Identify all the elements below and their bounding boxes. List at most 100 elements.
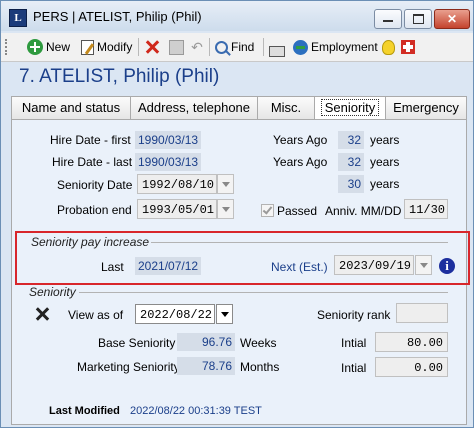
- tab-label: Emergency: [393, 100, 459, 115]
- next-increase-dropdown[interactable]: [415, 255, 432, 275]
- tab-label: Address, telephone: [137, 100, 251, 115]
- marketing-seniority-label: Marketing Seniority: [77, 360, 180, 374]
- hire-first-value: 1990/03/13: [135, 131, 201, 149]
- add-icon: [27, 39, 43, 55]
- anniversary-label: Anniv. MM/DD: [325, 204, 402, 218]
- tools-icon[interactable]: [34, 306, 50, 322]
- delete-button[interactable]: [144, 37, 160, 57]
- main-window: L PERS | ATELIST, Philip (Phil) ✕ New Mo…: [0, 0, 474, 428]
- employee-name-heading: 7. ATELIST, Philip (Phil): [19, 66, 220, 87]
- marketing-seniority-value: 78.76: [177, 357, 235, 375]
- medical-cross-icon: [401, 40, 415, 54]
- close-button[interactable]: ✕: [434, 9, 470, 29]
- toolbar-separator: [263, 38, 264, 56]
- minimize-icon: [383, 20, 393, 22]
- years-unit-label: years: [370, 155, 400, 169]
- new-label: New: [46, 40, 71, 54]
- tab-label: Misc.: [270, 100, 302, 115]
- seniority-date-field[interactable]: 1992/08/10: [137, 174, 217, 194]
- probation-end-dropdown[interactable]: [217, 199, 234, 219]
- seniority-group-label: Seniority: [29, 285, 76, 299]
- base-initial-label: Intial: [341, 336, 367, 350]
- passed-checkbox[interactable]: [261, 204, 274, 217]
- passed-label: Passed: [277, 204, 318, 218]
- last-increase-label: Last: [101, 260, 124, 274]
- undo-button[interactable]: ↶: [189, 37, 205, 57]
- pay-increase-group-label: Seniority pay increase: [31, 235, 150, 249]
- toolbar: New Modify ↶ Find Employment: [1, 33, 473, 62]
- years-unit-label: years: [370, 133, 400, 147]
- window-title: PERS | ATELIST, Philip (Phil): [33, 9, 202, 24]
- lightbulb-icon: [382, 39, 395, 55]
- marketing-initial-label: Intial: [341, 361, 367, 375]
- probation-end-field[interactable]: 1993/05/01: [137, 199, 217, 219]
- years-ago-label: Years Ago: [273, 155, 328, 169]
- years-ago-value: 32: [338, 131, 364, 149]
- last-modified-label: Last Modified: [49, 405, 120, 417]
- tab-label: Name and status: [21, 100, 121, 115]
- next-increase-field[interactable]: 2023/09/19: [334, 255, 414, 275]
- group-divider: [151, 242, 448, 243]
- info-icon[interactable]: i: [439, 258, 455, 274]
- employment-icon: [293, 39, 308, 55]
- seniority-rank-label: Seniority rank: [317, 308, 391, 322]
- help-button[interactable]: [401, 37, 415, 57]
- app-icon: L: [9, 9, 27, 27]
- new-button[interactable]: New: [27, 37, 70, 57]
- base-seniority-unit: Weeks: [240, 336, 277, 350]
- next-increase-label: Next (Est.): [271, 260, 328, 274]
- toolbar-grip[interactable]: [5, 39, 10, 55]
- employment-button[interactable]: Employment: [293, 37, 378, 57]
- last-increase-value: 2021/07/12: [135, 257, 201, 275]
- hire-first-label: Hire Date - first: [50, 133, 131, 147]
- tab-name-and-status[interactable]: Name and status: [11, 96, 131, 119]
- undo-icon: ↶: [191, 39, 203, 55]
- maximize-button[interactable]: [404, 9, 432, 29]
- tips-button[interactable]: [382, 37, 395, 57]
- title-bar[interactable]: L PERS | ATELIST, Philip (Phil) ✕: [1, 1, 473, 31]
- hire-last-value: 1990/03/13: [135, 153, 201, 171]
- hire-last-label: Hire Date - last: [52, 155, 133, 169]
- years-unit-label: years: [370, 177, 400, 191]
- delete-icon: [144, 39, 160, 55]
- view-as-of-dropdown[interactable]: [216, 304, 233, 324]
- toolbar-separator: [209, 38, 210, 56]
- modify-button[interactable]: Modify: [81, 37, 132, 57]
- last-modified-value: 2022/08/22 00:31:39 TEST: [130, 405, 262, 417]
- toolbar-separator: [138, 38, 139, 56]
- minimize-button[interactable]: [374, 9, 402, 29]
- print-button[interactable]: [269, 37, 285, 57]
- seniority-date-label: Seniority Date: [57, 178, 133, 192]
- find-label: Find: [231, 40, 255, 54]
- search-icon: [215, 40, 228, 54]
- tab-label: Seniority: [320, 99, 380, 116]
- probation-end-label: Probation end: [57, 203, 132, 217]
- tab-emergency[interactable]: Emergency: [385, 96, 467, 119]
- anniversary-field[interactable]: 11/30: [404, 199, 448, 219]
- group-divider: [79, 292, 448, 293]
- marketing-seniority-unit: Months: [240, 360, 280, 374]
- tab-address-telephone[interactable]: Address, telephone: [130, 96, 258, 119]
- tab-seniority[interactable]: Seniority: [314, 96, 386, 120]
- find-button[interactable]: Find: [215, 37, 254, 57]
- print-icon: [269, 45, 285, 57]
- edit-icon: [81, 39, 94, 55]
- maximize-icon: [413, 14, 424, 24]
- years-ago-value: 32: [338, 153, 364, 171]
- close-icon: ✕: [446, 12, 458, 26]
- modify-label: Modify: [97, 40, 133, 54]
- seniority-rank-field[interactable]: [396, 303, 448, 323]
- tab-misc[interactable]: Misc.: [257, 96, 315, 119]
- marketing-initial-field[interactable]: 0.00: [375, 357, 448, 377]
- employment-label: Employment: [311, 40, 378, 54]
- view-as-of-label: View as of: [68, 308, 124, 322]
- base-seniority-label: Base Seniority: [98, 336, 176, 350]
- base-initial-field[interactable]: 80.00: [375, 332, 448, 352]
- save-button[interactable]: [169, 37, 184, 57]
- years-value: 30: [338, 175, 364, 193]
- view-as-of-field[interactable]: 2022/08/22: [135, 304, 215, 324]
- save-icon: [169, 39, 184, 55]
- seniority-date-dropdown[interactable]: [217, 174, 234, 194]
- base-seniority-value: 96.76: [177, 333, 235, 351]
- years-ago-label: Years Ago: [273, 133, 328, 147]
